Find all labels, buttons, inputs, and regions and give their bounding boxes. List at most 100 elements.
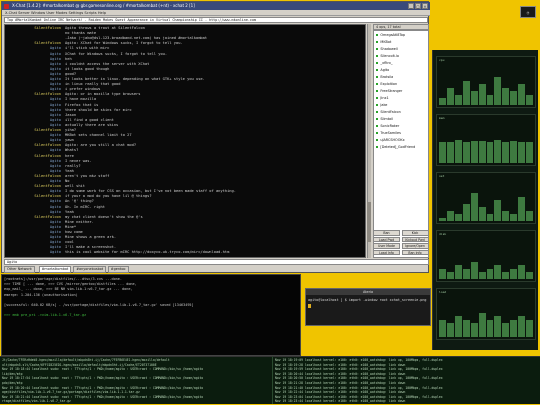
monitor-bar [494,265,502,279]
maximize-icon[interactable]: □ [415,3,421,9]
monitor-bar [446,87,454,105]
message-input[interactable]: Agito [4,259,429,265]
userlist-item[interactable]: Jake [376,102,428,109]
monitor-bar [462,142,470,163]
monitor-label: net [439,174,445,178]
user-status-icon [376,96,379,100]
monitor-bar [510,268,518,279]
userlist-item[interactable]: Brotsila [376,74,428,81]
cursor-icon [308,304,311,308]
user-nick: MKBot [380,40,392,44]
userlist-button-ban-info[interactable]: Ban Info [401,249,429,256]
userlist-button-user-mode[interactable]: User Mode [373,243,400,249]
tab-channel[interactable]: #anyonebusbot [73,266,107,273]
tab-channel[interactable]: #mortalkombat [38,266,72,273]
userlist-item[interactable]: TrueSamiles [376,130,428,137]
monitor-bar [494,139,502,163]
monitor-bar [439,268,446,279]
user-nick: _xfltrx_ [380,61,393,65]
userlist-item[interactable]: Exploition [376,81,428,88]
userlist-button-kick[interactable]: Kick [401,230,429,236]
monitor-label: cpu [439,58,445,62]
userlist-item[interactable]: Agito [376,67,428,74]
chat-nick[interactable]: Agito [5,250,61,255]
channel-tabbar: Other Network #mortalkombat #anyonebusbot #… [4,266,429,273]
user-nick: Slimtail [380,117,394,121]
monitor-bar [454,140,462,163]
userlist-item[interactable]: _xfltrx_ [376,60,428,67]
userlist-item[interactable]: SilentFalcon [376,109,428,116]
monitor-bar [518,316,526,337]
user-status-icon [376,40,379,44]
userlist-item[interactable]: SonicRaker [376,123,428,130]
monitor-bar [486,214,494,221]
menubar[interactable]: X-Chat Server Window User Modes Settings… [2,10,430,16]
minimize-icon[interactable]: _ [408,3,414,9]
user-nick: Silencolt.lo [380,54,399,58]
userlist-item[interactable]: [Deleted]_GodFriend [376,144,428,151]
user-status-icon [376,124,379,128]
scrollbar-thumb[interactable] [367,202,371,242]
ateria-command: agito@localhost ] $ import -window root … [308,298,427,302]
ateria-terminal[interactable]: Ateria agito@localhost ] $ import -windo… [305,288,431,326]
chat-message: this is cool website for mIRC http://dox… [65,250,230,255]
monitor-bar [526,272,534,279]
xchat-window: X-Chat [1.4.2]: #mortalkombat @ gbr.game… [1,1,430,273]
user-nick: Exploition [380,82,398,86]
monitor-bar [470,91,478,105]
user-status-icon [376,82,379,86]
monitor-label: disk [439,232,447,236]
userlist-button-load-pwd[interactable]: Load Pwd [373,236,400,243]
userlist-item[interactable]: Shadowell [376,46,428,53]
monitor-bar [518,196,526,221]
monitor-bar [510,214,518,221]
clock-icon[interactable]: ◷ [520,6,536,18]
close-icon[interactable]: × [422,3,428,9]
monitor-bar [462,80,470,105]
userlist-button-ban[interactable]: Ban [373,230,400,236]
xchat-icon [4,3,9,9]
monitor-bar [470,141,478,163]
monitor-bars [439,128,534,163]
tab-channel[interactable]: Other Network [4,266,35,273]
monitor-bar [478,140,486,163]
monitor-graph: disk [436,230,536,282]
monitor-bar [486,142,494,163]
window-title: X-Chat [1.4.2]: #mortalkombat @ gbr.game… [2,2,430,10]
userlist-item[interactable]: OmegaAtl8Top [376,32,428,39]
monitor-bar [454,94,462,105]
userlist[interactable]: OmegaAtl8Top MKBot Shadowell Silencolt.lo _x… [373,30,429,258]
monitor-bar [502,210,510,221]
syslog-line: Nov 19 18:23:44 localhost kernel: e100: … [275,399,406,404]
user-nick: Brotsila [380,75,394,79]
user-status-icon [376,89,379,93]
monitor-bar [526,319,534,337]
tab-channel[interactable]: #gentoo [107,266,129,273]
userlist-item[interactable]: Silencolt.lo [376,53,428,60]
monitor-bar [510,140,518,163]
topic-field[interactable]: Top #MortalKombat Online IRC Network! - … [4,17,428,23]
monitor-graph: load [436,288,536,340]
monitor-bar [486,319,494,337]
monitor-bar [502,272,510,279]
userlist-item[interactable]: Jinx1 [376,95,428,102]
monitor-bar [526,94,534,105]
userlist-button-ignore-open[interactable]: Ignore/Open [401,243,429,249]
userlist-button-kickout-pwd[interactable]: Kickout Pwd [401,236,429,243]
syslog-right: Nov 19 18:19:09 localhost kernel: e100: … [272,356,540,404]
userlist-item[interactable]: Slimtail [376,116,428,123]
terminal-window[interactable]: [rootnets]:/usr/portage/distfiles/...dts… [1,274,301,356]
monitor-bar [510,319,518,337]
monitor-bar [494,77,502,105]
monitor-bar [502,87,510,105]
userlist-item[interactable]: uJARCSHOOKx [376,137,428,144]
userlist-button-load-info[interactable]: Load Info [373,249,400,256]
user-nick: Agito [380,68,390,72]
monitor-bar [454,214,462,221]
userlist-item[interactable]: FreeStranger [376,88,428,95]
user-status-icon [376,145,379,149]
monitor-bar [446,323,454,337]
user-status-icon [376,117,379,121]
monitor-bar [494,200,502,221]
userlist-item[interactable]: MKBot [376,39,428,46]
